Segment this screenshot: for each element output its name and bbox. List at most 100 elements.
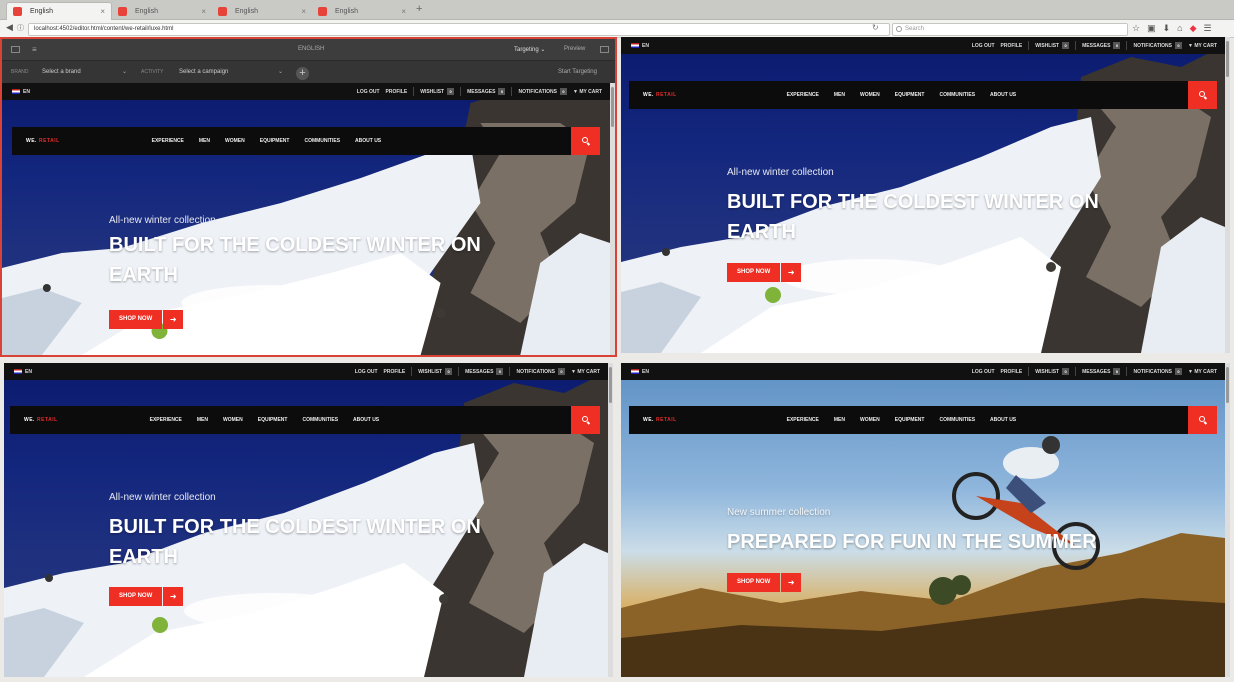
browser-tab[interactable]: English × [212, 2, 312, 20]
site-search-button[interactable] [1188, 81, 1217, 109]
messages-link[interactable]: MESSAGES 0 [465, 368, 504, 375]
notifications-link[interactable]: NOTIFICATIONS 0 [1133, 42, 1182, 49]
menu-icon[interactable]: ☰ [1204, 23, 1212, 34]
menu-item-women[interactable]: WOMEN [860, 92, 880, 98]
menu-item-equipment[interactable]: EQUIPMENT [895, 417, 925, 423]
language-selector[interactable]: EN [642, 369, 649, 375]
scrollbar-thumb[interactable] [609, 367, 612, 403]
star-icon[interactable]: ☆ [1132, 23, 1140, 34]
menu-item-equipment[interactable]: EQUIPMENT [895, 92, 925, 98]
notifications-link[interactable]: NOTIFICATIONS 0 [516, 368, 565, 375]
shop-now-button[interactable]: SHOP NOW ➜ [727, 263, 802, 282]
notifications-link[interactable]: NOTIFICATIONS 0 [518, 88, 567, 95]
info-icon[interactable]: ⓘ [17, 23, 24, 33]
wishlist-link[interactable]: WISHLIST 0 [1035, 368, 1070, 375]
wishlist-link[interactable]: WISHLIST 0 [420, 88, 455, 95]
cart-link[interactable]: ▼ MY CART [571, 369, 600, 375]
search-input[interactable]: Search [892, 23, 1128, 36]
logout-link[interactable]: LOG OUT [972, 43, 995, 49]
browser-tab[interactable]: English × [112, 2, 212, 20]
menu-item-men[interactable]: MEN [834, 92, 845, 98]
activity-select[interactable]: Select a campaign [179, 69, 228, 75]
tab-close-icon[interactable]: × [100, 7, 105, 16]
site-search-button[interactable] [571, 406, 600, 434]
site-search-button[interactable] [1188, 406, 1217, 434]
preview-button[interactable]: Preview [564, 46, 585, 52]
page-properties-icon[interactable]: ≡ [32, 45, 37, 54]
profile-link[interactable]: PROFILE [1001, 43, 1023, 49]
wishlist-link[interactable]: WISHLIST 0 [418, 368, 453, 375]
language-selector[interactable]: EN [642, 43, 649, 49]
menu-item-communities[interactable]: COMMUNITIES [939, 92, 975, 98]
scrollbar-thumb[interactable] [611, 87, 614, 127]
profile-link[interactable]: PROFILE [384, 369, 406, 375]
reload-icon[interactable]: ↻ [872, 23, 879, 32]
menu-item-about-us[interactable]: ABOUT US [990, 417, 1016, 423]
shop-now-button[interactable]: SHOP NOW ➜ [727, 573, 802, 592]
menu-item-about-us[interactable]: ABOUT US [355, 138, 381, 144]
cart-link[interactable]: ▼ MY CART [573, 89, 602, 95]
menu-item-equipment[interactable]: EQUIPMENT [258, 417, 288, 423]
profile-link[interactable]: PROFILE [1001, 369, 1023, 375]
menu-item-experience[interactable]: EXPERIENCE [152, 138, 184, 144]
scrollbar[interactable] [1225, 37, 1230, 353]
wishlist-link[interactable]: WISHLIST 0 [1035, 42, 1070, 49]
messages-link[interactable]: MESSAGES 0 [1082, 42, 1121, 49]
logout-link[interactable]: LOG OUT [355, 369, 378, 375]
menu-item-equipment[interactable]: EQUIPMENT [260, 138, 290, 144]
add-activity-button[interactable]: + [296, 67, 309, 80]
reader-icon[interactable]: ▣ [1147, 23, 1156, 34]
menu-item-experience[interactable]: EXPERIENCE [787, 417, 819, 423]
menu-item-experience[interactable]: EXPERIENCE [787, 92, 819, 98]
menu-item-women[interactable]: WOMEN [860, 417, 880, 423]
messages-link[interactable]: MESSAGES 0 [1082, 368, 1121, 375]
cart-link[interactable]: ▼ MY CART [1188, 369, 1217, 375]
shop-now-button[interactable]: SHOP NOW ➜ [109, 587, 184, 606]
site-logo[interactable]: WE. RETAIL [643, 417, 677, 423]
menu-item-communities[interactable]: COMMUNITIES [302, 417, 338, 423]
scrollbar[interactable] [608, 363, 613, 677]
brand-select[interactable]: Select a brand [42, 69, 81, 75]
menu-item-experience[interactable]: EXPERIENCE [150, 417, 182, 423]
new-tab-button[interactable]: + [416, 3, 422, 15]
scrollbar[interactable] [1225, 363, 1230, 677]
site-logo[interactable]: WE. RETAIL [26, 138, 60, 144]
language-selector[interactable]: EN [23, 89, 30, 95]
site-logo[interactable]: WE. RETAIL [24, 417, 58, 423]
logout-link[interactable]: LOG OUT [972, 369, 995, 375]
menu-item-communities[interactable]: COMMUNITIES [939, 417, 975, 423]
scrollbar-thumb[interactable] [1226, 367, 1229, 403]
pocket-icon[interactable]: ◆ [1190, 23, 1197, 34]
notifications-link[interactable]: NOTIFICATIONS 0 [1133, 368, 1182, 375]
scrollbar-thumb[interactable] [1226, 41, 1229, 77]
site-logo[interactable]: WE. RETAIL [643, 92, 677, 98]
menu-item-about-us[interactable]: ABOUT US [353, 417, 379, 423]
browser-tab[interactable]: English × [312, 2, 412, 20]
mode-selector[interactable]: Targeting ⌄ [514, 46, 545, 53]
side-panel-icon[interactable] [11, 46, 20, 53]
menu-item-men[interactable]: MEN [197, 417, 208, 423]
home-icon[interactable]: ⌂ [1177, 23, 1182, 34]
messages-link[interactable]: MESSAGES 0 [467, 88, 506, 95]
address-bar[interactable]: localhost:4502/editor.html/content/we-re… [28, 23, 890, 36]
tab-close-icon[interactable]: × [201, 7, 206, 16]
logout-link[interactable]: LOG OUT [357, 89, 380, 95]
cart-link[interactable]: ▼ MY CART [1188, 43, 1217, 49]
menu-item-women[interactable]: WOMEN [225, 138, 245, 144]
menu-item-about-us[interactable]: ABOUT US [990, 92, 1016, 98]
menu-item-women[interactable]: WOMEN [223, 417, 243, 423]
menu-item-men[interactable]: MEN [199, 138, 210, 144]
tab-close-icon[interactable]: × [301, 7, 306, 16]
download-icon[interactable]: ⬇ [1163, 23, 1171, 34]
site-search-button[interactable] [571, 127, 600, 155]
shop-now-button[interactable]: SHOP NOW ➜ [109, 310, 184, 329]
profile-link[interactable]: PROFILE [386, 89, 408, 95]
browser-tab[interactable]: English × [6, 2, 112, 20]
language-selector[interactable]: EN [25, 369, 32, 375]
emulator-icon[interactable] [600, 46, 609, 53]
menu-item-men[interactable]: MEN [834, 417, 845, 423]
start-targeting-button[interactable]: Start Targeting [558, 69, 597, 75]
tab-close-icon[interactable]: × [401, 7, 406, 16]
back-arrow-icon[interactable]: ◀ [6, 22, 13, 33]
scrollbar[interactable] [610, 83, 615, 355]
